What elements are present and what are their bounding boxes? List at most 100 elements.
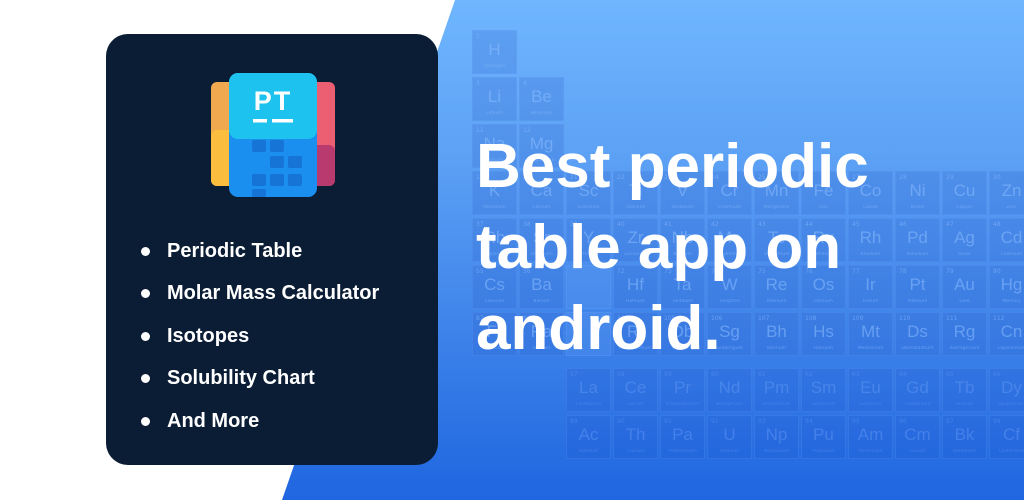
atomic-number: 59 (664, 371, 672, 378)
element-cell-cn: 112 Cn Copernicium (989, 312, 1024, 356)
element-symbol: Cf (1003, 425, 1020, 444)
element-cell-ce: 58 Ce Cerium (613, 368, 658, 412)
element-name: Samarium (811, 402, 836, 407)
icon-underline-1 (253, 119, 267, 123)
element-name: Dysprosium (998, 402, 1024, 407)
element-symbol: H (488, 40, 501, 59)
element-symbol: Th (625, 425, 646, 444)
element-name: Terbium (955, 402, 974, 407)
element-symbol: Cu (953, 181, 976, 200)
element-name: Americium (858, 449, 883, 454)
atomic-number: 65 (946, 371, 954, 378)
element-symbol: Ds (907, 322, 928, 341)
element-cell-am: 95 Am Americium (848, 415, 893, 459)
element-cell-th: 90 Th Thorium (613, 415, 658, 459)
atomic-number: 62 (805, 371, 813, 378)
feature-label: And More (167, 409, 260, 432)
icon-underline-2 (272, 119, 293, 123)
atomic-number: 63 (852, 371, 860, 378)
bullet-icon (141, 416, 150, 426)
element-name: Zinc (1006, 205, 1017, 210)
element-name: Silver (958, 252, 971, 257)
element-cell-ag: 47 Ag Silver (942, 218, 987, 262)
atomic-number: 48 (993, 221, 1001, 228)
element-name: Gold (959, 299, 970, 304)
element-cell-tb: 65 Tb Terbium (942, 368, 987, 412)
element-cell-nd: 60 Nd Neodymium (707, 368, 752, 412)
element-cell-eu: 63 Eu Europium (848, 368, 893, 412)
element-symbol: Cm (904, 425, 931, 444)
element-symbol: Be (531, 87, 552, 106)
atomic-number: 80 (993, 268, 1001, 275)
element-cell-gd: 64 Gd Gadolinium (895, 368, 940, 412)
element-name: Protactinium (668, 449, 697, 454)
element-symbol: Bk (954, 425, 975, 444)
element-name: Californium (998, 449, 1024, 454)
element-cell-pa: 91 Pa Protactinium (660, 415, 705, 459)
atomic-number: 79 (946, 268, 954, 275)
atomic-number: 58 (617, 371, 625, 378)
element-name: Gadolinium (904, 402, 931, 407)
element-name: Curium (909, 449, 926, 454)
element-cell-ni: 28 Ni Nickel (895, 171, 940, 215)
element-symbol: Gd (906, 378, 929, 397)
bullet-icon (141, 246, 150, 256)
atomic-number: 30 (993, 174, 1001, 181)
atomic-number: 47 (946, 221, 954, 228)
headline-line-3: android. (476, 294, 721, 363)
atomic-number: 97 (946, 418, 954, 425)
atomic-number: 93 (758, 418, 766, 425)
atomic-number: 61 (758, 371, 766, 378)
feature-label: Solubility Chart (167, 367, 315, 390)
element-symbol: Tb (954, 378, 975, 397)
element-cell-pm: 61 Pm Promethium (754, 368, 799, 412)
element-cell-sm: 62 Sm Samarium (801, 368, 846, 412)
element-name: Mercury (1002, 299, 1021, 304)
feature-label: Periodic Table (167, 239, 303, 262)
element-name: Promethium (762, 402, 791, 407)
element-cell-np: 93 Np Neptunium (754, 415, 799, 459)
element-cell-dy: 66 Dy Dysprosium (989, 368, 1024, 412)
element-symbol: Dy (1001, 378, 1022, 397)
element-symbol: Ni (909, 181, 926, 200)
atomic-number: 4 (523, 80, 527, 87)
element-symbol: Np (765, 425, 788, 444)
element-cell-be: 4 Be Beryllium (519, 77, 564, 121)
element-name: Darmstadtium (901, 346, 934, 351)
element-cell-ds: 110 Ds Darmstadtium (895, 312, 940, 356)
element-name: Actinium (578, 449, 599, 454)
element-cell-pt: 78 Pt Platinum (895, 265, 940, 309)
element-symbol: Nd (718, 378, 741, 397)
element-cell-zn: 30 Zn Zinc (989, 171, 1024, 215)
element-cell-cd: 48 Cd Cadmium (989, 218, 1024, 262)
element-name: Roentgenium (949, 346, 980, 351)
element-symbol: Hg (1000, 275, 1023, 294)
element-symbol: Zn (1001, 181, 1022, 200)
element-name: Lithium (486, 111, 503, 116)
atomic-number: 98 (993, 418, 1001, 425)
headline-line-1: Best periodic (476, 132, 869, 201)
element-cell-bk: 97 Bk Berkelium (942, 415, 987, 459)
element-name: Uranium (719, 449, 740, 454)
element-name: Copernicium (997, 346, 1024, 351)
atomic-number: 66 (993, 371, 1001, 378)
element-cell-cf: 98 Cf Californium (989, 415, 1024, 459)
feature-label: Isotopes (167, 324, 250, 347)
element-symbol: Pa (672, 425, 693, 444)
atomic-number: 64 (899, 371, 907, 378)
atomic-number: 78 (899, 268, 907, 275)
atomic-number: 90 (617, 418, 625, 425)
atomic-number: 95 (852, 418, 860, 425)
element-symbol: Li (487, 87, 502, 106)
feature-item: Periodic Table (140, 230, 379, 273)
element-name: Cerium (627, 402, 644, 407)
element-symbol: Am (857, 425, 884, 444)
element-cell-cm: 96 Cm Curium (895, 415, 940, 459)
atomic-number: 60 (711, 371, 719, 378)
atomic-number: 1 (476, 33, 480, 40)
element-name: Europium (859, 402, 882, 407)
element-symbol: Cd (1000, 228, 1023, 247)
bullet-icon (141, 331, 150, 341)
element-name: Nickel (910, 205, 925, 210)
element-name: Beryllium (530, 111, 553, 116)
